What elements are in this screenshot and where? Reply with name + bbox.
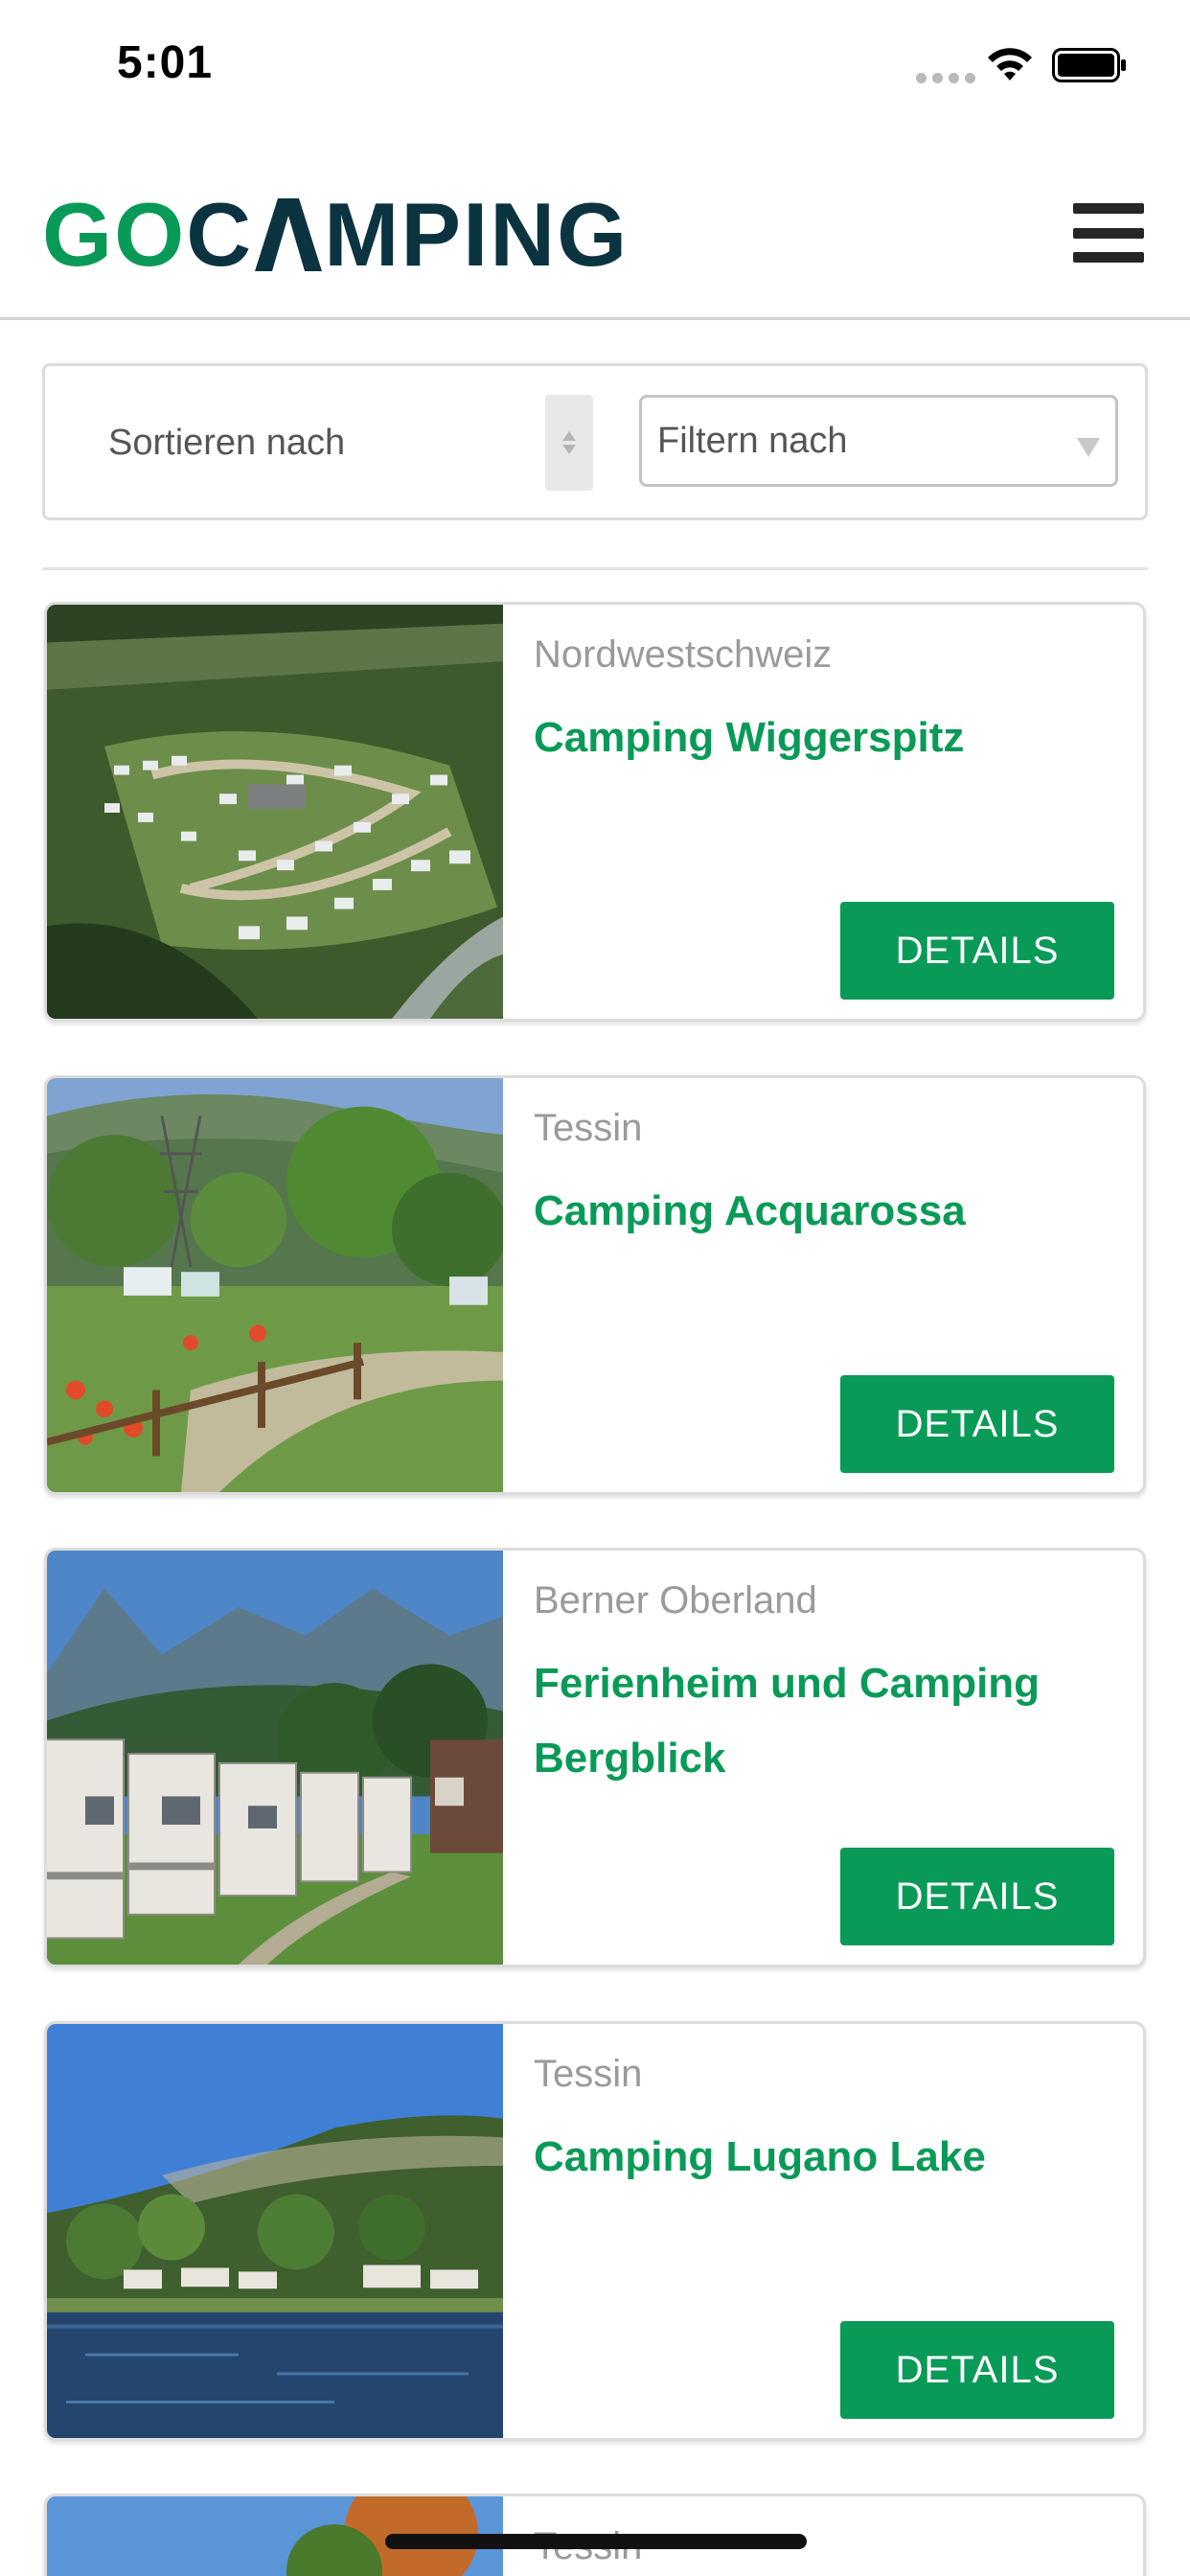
listing-region: Tessin [534, 1107, 643, 1149]
sort-select[interactable]: Sortieren nach [108, 395, 606, 491]
listing-card[interactable]: Tessin Camping Lugano Lake DETAILS [44, 2021, 1146, 2441]
battery-icon [1052, 48, 1126, 82]
details-button[interactable]: DETAILS [840, 1848, 1114, 1945]
logo-triangle-icon [255, 198, 323, 271]
listing-region: Tessin [534, 2053, 643, 2095]
listing-region: Berner Oberland [534, 1579, 817, 1622]
listing-card[interactable]: Berner Oberland Ferienheim und Camping B… [44, 1548, 1146, 1967]
sort-label: Sortieren nach [108, 422, 346, 463]
divider [42, 567, 1148, 570]
details-button[interactable]: DETAILS [840, 1375, 1114, 1473]
listing-card[interactable]: Tessin Camping Acquarossa DETAILS [44, 1075, 1146, 1495]
filter-label: Filtern nach [657, 420, 848, 461]
listing-region: Nordwestschweiz [534, 633, 833, 676]
listing-title[interactable]: Camping Wiggerspitz [534, 701, 1109, 775]
campsite-photo [47, 2024, 503, 2438]
listing-title[interactable]: Camping Acquarossa [534, 1174, 1109, 1249]
app-header: GO C MPING [0, 134, 1190, 320]
home-indicator[interactable] [385, 2534, 807, 2549]
sort-filter-bar: Sortieren nach Filtern nach [42, 363, 1148, 520]
listing-title[interactable]: Ferienheim und Camping Bergblick [534, 1646, 1109, 1796]
details-button[interactable]: DETAILS [840, 902, 1114, 1000]
wifi-icon [988, 48, 1032, 80]
listing-card[interactable]: Nordwestschweiz Camping Wiggerspitz DETA… [44, 602, 1146, 1022]
status-bar: 5:01 [0, 0, 1190, 134]
sort-stepper-icon[interactable] [545, 395, 593, 491]
details-button[interactable]: DETAILS [840, 2321, 1114, 2419]
hamburger-menu-icon[interactable] [1073, 203, 1144, 263]
campsite-photo [47, 605, 503, 1019]
campsite-photo [47, 1551, 503, 1965]
cellular-signal-icon [916, 73, 975, 83]
chevron-down-icon [1077, 438, 1100, 457]
campsite-photo [47, 1078, 503, 1492]
filter-select[interactable]: Filtern nach [639, 395, 1118, 487]
listing-title[interactable]: Camping Lugano Lake [534, 2120, 1109, 2195]
gocamping-logo[interactable]: GO C MPING [42, 190, 629, 280]
status-time: 5:01 [117, 37, 214, 88]
